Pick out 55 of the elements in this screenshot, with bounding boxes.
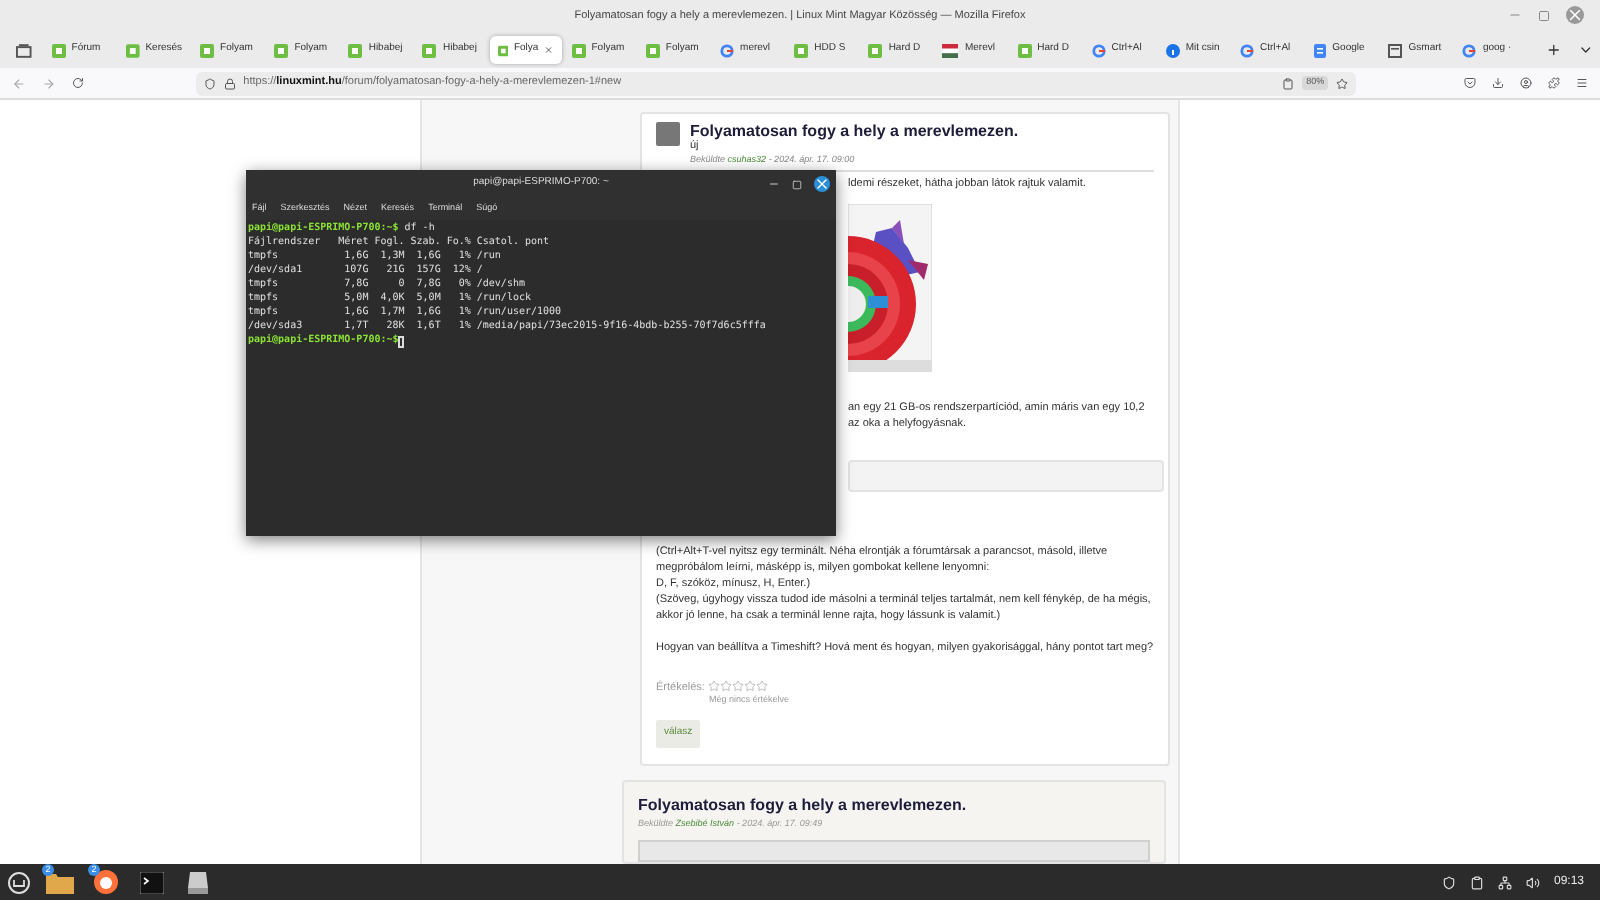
flag-icon: [942, 43, 959, 57]
tab-list-icon[interactable]: [16, 43, 32, 57]
lock-icon: [223, 77, 236, 89]
star-icon[interactable]: [708, 680, 721, 693]
post-title: Folyamatosan fogy a hely a merevlemezen.: [638, 793, 969, 817]
network-icon[interactable]: [1497, 875, 1512, 889]
folder-icon[interactable]: [46, 871, 74, 893]
reload-icon[interactable]: [71, 76, 84, 90]
browser-icon[interactable]: [94, 870, 118, 894]
star-icon[interactable]: [744, 680, 757, 693]
mint-logo-icon: [868, 43, 883, 57]
reader-view-icon[interactable]: [1282, 77, 1295, 89]
document-icon: [1314, 43, 1327, 57]
extensions-icon[interactable]: [1548, 76, 1561, 90]
volume-icon[interactable]: [1525, 875, 1540, 889]
mint-logo-icon: [125, 43, 140, 57]
bookmark-star-icon[interactable]: [1336, 77, 1349, 89]
page-icon: [1388, 43, 1403, 57]
download-icon[interactable]: [1492, 76, 1505, 90]
pocket-icon[interactable]: [1464, 76, 1477, 90]
close-icon[interactable]: [814, 176, 830, 192]
shield-icon: [203, 77, 216, 89]
google-logo-icon: [1462, 43, 1477, 57]
mint-logo-icon: [497, 43, 508, 57]
post-title: Folyamatosan fogy a hely a merevlemezen.: [690, 122, 1019, 140]
mint-menu-icon[interactable]: [8, 871, 30, 893]
mint-logo-icon: [200, 43, 215, 57]
terminal-icon[interactable]: [140, 871, 164, 893]
mint-logo-icon: [422, 43, 437, 57]
avatar: [656, 122, 680, 146]
menu-icon[interactable]: [1576, 76, 1588, 90]
mint-logo-icon: [274, 43, 289, 57]
mint-logo-icon: [51, 43, 66, 57]
shield-icon[interactable]: [1441, 875, 1456, 889]
mint-logo-icon: [1017, 43, 1032, 57]
info-icon: [1165, 43, 1180, 57]
mint-logo-icon: [794, 43, 809, 57]
mint-logo-icon: [645, 43, 660, 57]
star-icon[interactable]: [732, 680, 745, 693]
mint-logo-icon: [348, 43, 363, 57]
google-logo-icon: [1091, 43, 1106, 57]
star-icon[interactable]: [720, 680, 733, 693]
google-logo-icon: [720, 43, 735, 57]
clipboard-icon[interactable]: [1469, 875, 1484, 889]
star-icon[interactable]: [756, 680, 769, 693]
chevron-down-icon[interactable]: [1578, 42, 1595, 58]
mint-logo-icon: [571, 43, 586, 57]
new-tab-icon[interactable]: [1545, 42, 1561, 58]
maximize-icon[interactable]: [1538, 9, 1550, 21]
drive-icon[interactable]: [186, 870, 210, 894]
minimize-icon[interactable]: [768, 178, 780, 190]
maximize-icon[interactable]: [792, 179, 802, 189]
google-logo-icon: [1240, 43, 1255, 57]
cursor: [398, 335, 405, 347]
account-icon[interactable]: [1520, 76, 1533, 90]
